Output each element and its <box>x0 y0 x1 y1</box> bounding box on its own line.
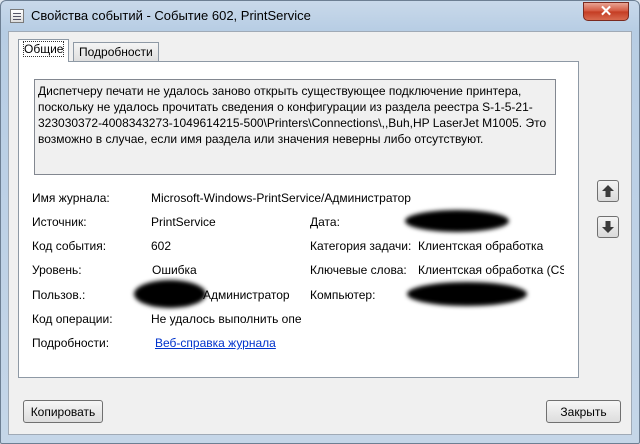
log-name-value: Microsoft-Windows-PrintService/Администр… <box>151 191 411 205</box>
tab-details[interactable]: Подробности <box>73 42 159 63</box>
computer-label: Компьютер: <box>310 288 376 302</box>
level-label: Уровень: <box>32 263 82 277</box>
user-value: Администратор <box>203 288 290 302</box>
level-value: Ошибка <box>152 263 197 277</box>
copy-button[interactable]: Копировать <box>23 400 103 423</box>
event-log-help-link[interactable]: Веб-справка журнала <box>155 336 276 350</box>
log-name-label: Имя журнала: <box>32 191 110 205</box>
event-id-label: Код события: <box>32 239 107 253</box>
opcode-value: Не удалось выполнить опе <box>151 312 301 326</box>
user-redacted <box>134 280 206 308</box>
opcode-label: Код операции: <box>32 312 113 326</box>
tab-general-label: Общие <box>22 41 65 57</box>
task-category-value: Клиентская обработка <box>418 239 544 253</box>
task-category-label: Категория задачи: <box>310 239 412 253</box>
previous-event-button[interactable] <box>597 180 619 202</box>
date-redacted <box>405 210 509 232</box>
computer-redacted <box>407 282 527 306</box>
event-properties-window: Свойства событий - Событие 602, PrintSer… <box>0 0 640 444</box>
tab-general[interactable]: Общие <box>18 39 70 62</box>
keywords-value: Клиентская обработка (CS <box>418 263 564 277</box>
user-label: Пользов.: <box>32 288 86 302</box>
event-viewer-icon <box>10 9 24 23</box>
dialog-client-area: Общие Подробности Диспетчеру печати не у… <box>8 31 632 435</box>
close-button[interactable]: Закрыть <box>546 400 621 423</box>
source-label: Источник: <box>32 215 87 229</box>
window-close-button[interactable]: ✕ <box>583 2 629 21</box>
event-description-box[interactable]: Диспетчеру печати не удалось заново откр… <box>34 79 556 175</box>
arrow-down-icon <box>602 221 614 233</box>
source-value: PrintService <box>151 215 216 229</box>
details-label: Подробности: <box>32 336 110 350</box>
arrow-up-icon <box>602 185 614 197</box>
title-bar[interactable]: Свойства событий - Событие 602, PrintSer… <box>1 1 639 31</box>
keywords-label: Ключевые слова: <box>310 263 407 277</box>
next-event-button[interactable] <box>597 216 619 238</box>
event-id-value: 602 <box>151 239 172 253</box>
general-tab-panel: Диспетчеру печати не удалось заново откр… <box>18 61 579 378</box>
date-label: Дата: <box>310 215 340 229</box>
window-title: Свойства событий - Событие 602, PrintSer… <box>31 8 311 23</box>
